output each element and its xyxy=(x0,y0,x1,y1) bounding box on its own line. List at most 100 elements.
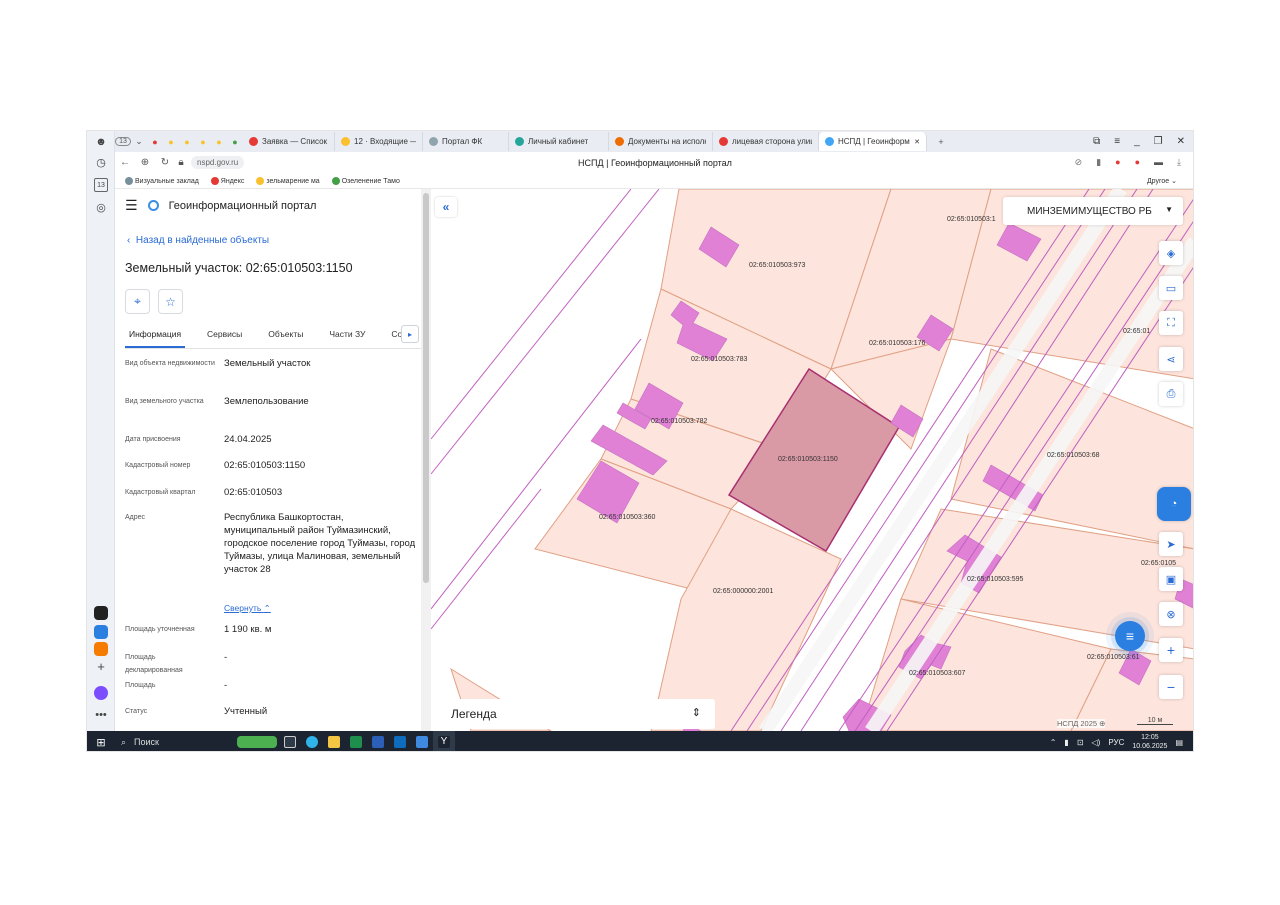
tabs-icon[interactable]: ⧉ xyxy=(1093,136,1100,147)
panel-tab[interactable]: Объекты xyxy=(264,329,307,348)
app-icon-1[interactable] xyxy=(94,606,108,620)
my-location-button[interactable]: ➤ xyxy=(1159,532,1183,556)
locate-on-map-button[interactable]: ⌖ xyxy=(125,289,150,314)
close-button[interactable]: ✕ xyxy=(1177,136,1185,147)
more-icon[interactable]: ••• xyxy=(94,708,108,722)
browser-tab[interactable]: Портал ФК xyxy=(423,132,509,151)
bookmark-icon[interactable]: ▮ xyxy=(1096,157,1101,168)
reload-icon[interactable]: ↻ xyxy=(155,157,175,168)
portal-title: Геоинформационный портал xyxy=(168,199,317,212)
collapse-panel-button[interactable]: « xyxy=(435,197,457,217)
battery-icon[interactable]: ▮ xyxy=(1064,738,1068,747)
tab-favicon-icon xyxy=(429,137,438,146)
bookmark-item[interactable]: Яндекс xyxy=(210,176,244,185)
hamburger-menu-icon[interactable]: ☰ xyxy=(125,197,138,214)
chevron-up-icon[interactable]: ⌃ xyxy=(1050,738,1057,747)
alice-icon[interactable]: ☻ xyxy=(94,135,108,149)
pinned-tab-icon[interactable]: ● xyxy=(147,131,163,152)
pinned-tab-icon[interactable]: ● xyxy=(163,131,179,152)
pinned-tab-icon[interactable]: ● xyxy=(211,131,227,152)
cadastral-map[interactable]: 02:65:010503:973 02:65:010503:783 02:65:… xyxy=(431,189,1194,731)
parcel-label: 02:65:010503:68 xyxy=(1047,452,1100,459)
bookmark-item[interactable]: Визуальные заклад xyxy=(125,176,199,185)
new-tab-button[interactable]: + xyxy=(933,131,949,152)
outlook-icon[interactable] xyxy=(389,731,411,751)
back-to-results-link[interactable]: ‹ Назад в найденные объекты xyxy=(127,235,269,246)
geolocation-button[interactable]: ⊗ xyxy=(1159,602,1183,626)
layer-select[interactable]: МИНЗЕМИМУЩЕСТВО РБ ▼ xyxy=(1003,197,1183,225)
calendar-icon[interactable]: 13 xyxy=(94,178,108,192)
panel-scrollbar[interactable] xyxy=(421,189,431,731)
url-input[interactable]: nspd.gov.ru xyxy=(191,156,245,169)
minimize-button[interactable]: _ xyxy=(1134,136,1140,147)
extension-icon[interactable]: ● xyxy=(1135,157,1140,168)
panel-tab[interactable]: Сервисы xyxy=(203,329,246,348)
translate-icon[interactable]: ⊘ xyxy=(1075,157,1083,168)
app-icon-3[interactable] xyxy=(94,642,108,656)
excel-icon[interactable] xyxy=(345,731,367,751)
word-icon[interactable] xyxy=(367,731,389,751)
back-arrow-icon[interactable]: ← xyxy=(115,157,135,168)
browser-tab[interactable]: 12 · Входящие — Янде xyxy=(335,132,423,151)
explorer-icon[interactable] xyxy=(323,731,345,751)
collapse-address-link[interactable]: Свернуть ⌃ xyxy=(224,603,271,614)
measure-button[interactable]: ▭ xyxy=(1159,276,1183,300)
bookmarks-other[interactable]: Другое ⌄ xyxy=(1147,177,1193,185)
pinned-tab-icon[interactable]: ● xyxy=(195,131,211,152)
start-button[interactable]: ⊞ xyxy=(87,736,115,749)
download-icon[interactable]: ⤓ xyxy=(1177,157,1181,168)
printer-icon: ⎙ xyxy=(1166,387,1176,400)
chevron-right-icon: ▸ xyxy=(407,329,412,339)
edge-icon[interactable] xyxy=(301,731,323,751)
close-tab-icon[interactable]: ✕ xyxy=(914,138,920,146)
screenshot-icon[interactable]: ◎ xyxy=(94,201,108,215)
legend-panel[interactable]: Легенда ⇕ xyxy=(437,699,715,729)
restore-button[interactable]: ❐ xyxy=(1154,136,1163,147)
add-app-icon[interactable]: + xyxy=(94,660,108,674)
browser-tab[interactable]: Заявка — Список заяв xyxy=(243,132,335,151)
taskbar-clock[interactable]: 12:05 10.06.2025 xyxy=(1132,733,1167,751)
tab-list-chevron-icon[interactable]: ⌄ xyxy=(131,131,147,152)
zoom-in-button[interactable]: + xyxy=(1159,638,1183,662)
panel-tab[interactable]: Части ЗУ xyxy=(325,329,369,348)
extension-icon[interactable]: ● xyxy=(1115,157,1120,168)
history-icon[interactable]: ◷ xyxy=(94,156,108,170)
zoom-out-button[interactable]: − xyxy=(1159,675,1183,699)
widget-icon[interactable] xyxy=(235,731,279,751)
task-view-icon[interactable] xyxy=(279,731,301,751)
notifications-icon[interactable]: ▤ xyxy=(1175,738,1183,747)
language-indicator[interactable]: РУС xyxy=(1108,738,1124,747)
app-icon[interactable] xyxy=(411,731,433,751)
layers-button[interactable]: ◈ xyxy=(1159,241,1183,265)
yandex-browser-icon[interactable]: Y xyxy=(433,731,455,751)
browser-tab[interactable]: Личный кабинет xyxy=(509,132,609,151)
menu-icon[interactable]: ≡ xyxy=(1114,136,1120,147)
app-icon-2[interactable] xyxy=(94,625,108,639)
minimap-button[interactable]: ▣ xyxy=(1159,567,1183,591)
share-icon: ⋖ xyxy=(1166,353,1176,366)
protect-icon[interactable]: ⊕ xyxy=(135,157,155,168)
map-canvas[interactable]: 02:65:010503:973 02:65:010503:783 02:65:… xyxy=(431,189,1194,731)
alice-app-icon[interactable] xyxy=(94,686,108,700)
taskbar-search[interactable]: ⌕ Поиск xyxy=(115,737,235,748)
bookmark-item[interactable]: зельмарение ма xyxy=(256,176,320,185)
pinned-tab-icon[interactable]: ● xyxy=(179,131,195,152)
tab-count-badge[interactable]: 13 xyxy=(115,131,131,152)
browser-tab[interactable]: НСПД | Геоинформа ✕ xyxy=(819,132,927,151)
pinned-tab-icon[interactable]: ● xyxy=(227,131,243,152)
tabs-next-button[interactable]: ▸ xyxy=(401,325,419,343)
favorite-button[interactable]: ☆ xyxy=(158,289,183,314)
browser-tab[interactable]: лицевая сторона улиц xyxy=(713,132,819,151)
extension-icon[interactable]: ▬ xyxy=(1154,157,1163,168)
services-widget-button[interactable]: ◔ xyxy=(1157,487,1191,521)
scrollbar-thumb[interactable] xyxy=(423,193,429,583)
print-button[interactable]: ⎙ xyxy=(1159,382,1183,406)
panel-tab[interactable]: Информация xyxy=(125,329,186,348)
area-select-button[interactable]: ⛶ xyxy=(1159,311,1183,335)
browser-tab[interactable]: Документы на исполн xyxy=(609,132,713,151)
chat-assistant-button[interactable]: ≡ xyxy=(1115,621,1145,651)
network-icon[interactable]: ⊡ xyxy=(1077,738,1084,747)
bookmark-item[interactable]: Озеленение Тамо xyxy=(331,176,400,185)
share-button[interactable]: ⋖ xyxy=(1159,347,1183,371)
volume-icon[interactable]: ◁) xyxy=(1092,738,1101,747)
